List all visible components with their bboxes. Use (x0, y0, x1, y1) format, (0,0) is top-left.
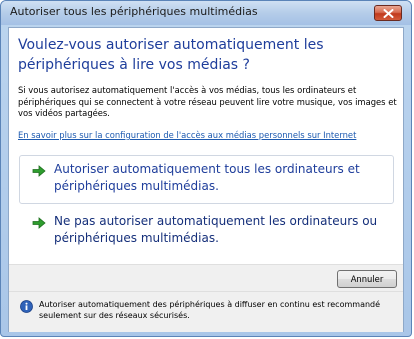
dialog-content: Voulez-vous autoriser automatiquement le… (8, 27, 404, 332)
green-arrow-icon (32, 165, 46, 177)
button-bar: Annuler (9, 264, 403, 292)
footnote-text: Autoriser automatiquement des périphériq… (39, 300, 381, 320)
info-icon (20, 300, 33, 313)
close-button[interactable] (374, 5, 402, 21)
option-deny-all[interactable]: Ne pas autoriser automatiquement les ord… (19, 207, 394, 254)
close-icon (383, 9, 394, 18)
description-text: Si vous autorisez automatiquement l'accè… (18, 85, 397, 118)
option-deny-all-label: Ne pas autoriser automatiquement les ord… (54, 214, 378, 245)
option-allow-all-label: Autoriser automatiquement tous les ordin… (54, 162, 360, 193)
option-allow-all[interactable]: Autoriser automatiquement tous les ordin… (19, 155, 394, 204)
footnote-area: Autoriser automatiquement des périphériq… (9, 291, 403, 332)
dialog-window: Autoriser tous les périphériques multimé… (0, 0, 412, 337)
cancel-button[interactable]: Annuler (337, 270, 397, 288)
green-arrow-icon (32, 217, 46, 229)
main-instruction: Voulez-vous autoriser automatiquement le… (18, 37, 324, 73)
learn-more-link[interactable]: En savoir plus sur la configuration de l… (18, 130, 356, 140)
window-title: Autoriser tous les périphériques multimé… (10, 5, 258, 18)
title-bar[interactable]: Autoriser tous les périphériques multimé… (1, 1, 411, 25)
